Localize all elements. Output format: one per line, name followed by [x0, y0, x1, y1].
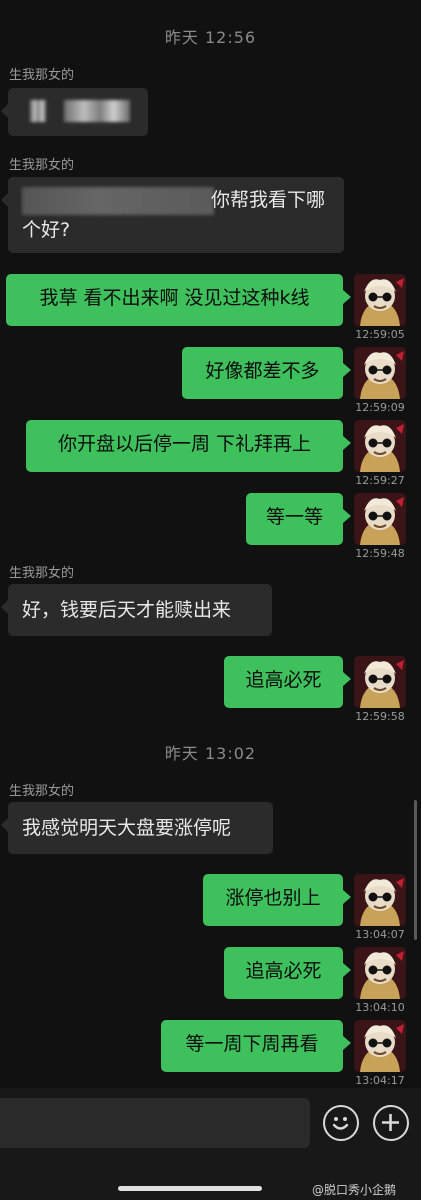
avatar[interactable]	[354, 874, 406, 926]
message-bubble-outgoing[interactable]: 等一等	[246, 493, 351, 545]
blurred-content	[30, 100, 46, 122]
avatar[interactable]	[354, 493, 406, 545]
blurred-content	[22, 187, 214, 215]
message-bubble-outgoing[interactable]: 你开盘以后停一周 下礼拜再上	[26, 420, 351, 472]
message-text: 你帮我看下哪	[211, 189, 326, 211]
message-time: 13:04:10	[355, 1001, 405, 1014]
avatar[interactable]	[354, 420, 406, 472]
avatar[interactable]	[354, 274, 406, 326]
emoji-icon	[332, 1117, 349, 1130]
message-text: 等一周下周再看	[185, 1033, 319, 1055]
emoji-button[interactable]	[323, 1105, 359, 1141]
sender-name: 生我那女的	[9, 68, 75, 83]
message-bubble-outgoing[interactable]: 涨停也别上	[203, 874, 351, 926]
message-text: 追高必死	[245, 960, 322, 982]
message-time: 12:59:48	[355, 547, 405, 560]
message-bubble-outgoing[interactable]: 好像都差不多	[182, 347, 351, 399]
message-time: 12:59:09	[355, 401, 405, 414]
message-bubble-outgoing[interactable]: 等一周下周再看	[161, 1020, 351, 1072]
message-text: 等一等	[265, 506, 323, 528]
avatar[interactable]	[354, 947, 406, 999]
timestamp: 昨天 12:56	[164, 28, 257, 47]
timestamp: 昨天 13:02	[164, 744, 257, 763]
sender-name: 生我那女的	[9, 784, 75, 799]
chat-area[interactable]: 昨天 12:56 生我那女的 生我那女的 你帮我看下哪 个好? 我草 看不出来啊…	[0, 0, 421, 1088]
message-text: 涨停也别上	[225, 887, 321, 909]
avatar[interactable]	[354, 347, 406, 399]
avatar[interactable]	[354, 656, 406, 708]
message-bubble-outgoing[interactable]: 追高必死	[224, 656, 351, 708]
plus-icon	[382, 1114, 399, 1131]
message-text: 我感觉明天大盘要涨停呢	[22, 817, 232, 839]
message-time: 12:59:27	[355, 474, 405, 487]
message-text: 好像都差不多	[205, 360, 320, 382]
sender-name: 生我那女的	[9, 158, 75, 173]
message-text: 我草 看不出来啊 没见过这种k线	[39, 287, 310, 309]
sender-name: 生我那女的	[9, 566, 75, 581]
home-indicator[interactable]	[118, 1186, 262, 1191]
message-input[interactable]	[0, 1098, 310, 1148]
watermark: @脱口秀小企鹅	[312, 1183, 397, 1197]
scrollbar[interactable]	[414, 800, 417, 940]
message-time: 12:59:58	[355, 710, 405, 723]
message-text: 个好?	[22, 219, 71, 241]
message-bubble-incoming[interactable]: 我感觉明天大盘要涨停呢	[1, 802, 273, 854]
avatar[interactable]	[354, 1020, 406, 1072]
blurred-content	[64, 100, 130, 122]
message-bubble-incoming[interactable]: 你帮我看下哪 个好?	[1, 177, 344, 253]
message-bubble-outgoing[interactable]: 追高必死	[224, 947, 351, 999]
message-bubble-incoming[interactable]	[1, 88, 148, 136]
message-text: 好，钱要后天才能赎出来	[22, 599, 232, 621]
message-text: 你开盘以后停一周 下礼拜再上	[57, 433, 312, 455]
message-bubble-outgoing[interactable]: 我草 看不出来啊 没见过这种k线	[6, 274, 351, 326]
message-bubble-incoming[interactable]: 好，钱要后天才能赎出来	[1, 584, 272, 636]
message-time: 12:59:05	[355, 328, 405, 341]
message-text: 追高必死	[245, 669, 322, 691]
plus-button[interactable]	[373, 1105, 409, 1141]
message-time: 13:04:17	[355, 1074, 405, 1087]
message-time: 13:04:07	[355, 928, 405, 941]
